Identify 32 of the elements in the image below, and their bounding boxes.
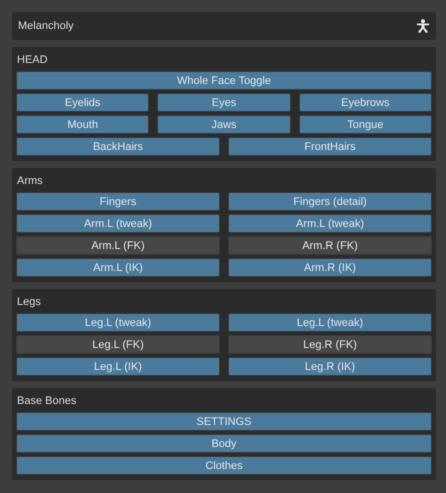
layer-toggle-button[interactable]: Arm.L (FK) [16, 236, 220, 255]
section-title: HEAD [16, 53, 49, 68]
layer-toggle-button[interactable]: Leg.L (tweak) [16, 313, 220, 332]
layer-toggle-button[interactable]: Jaws [157, 115, 291, 134]
layer-toggle-button[interactable]: Tongue [298, 115, 432, 134]
layer-toggle-button[interactable]: Body [16, 434, 432, 453]
layer-toggle-button[interactable]: Leg.L (IK) [16, 357, 220, 376]
layer-toggle-button[interactable]: Arm.L (tweak) [228, 214, 432, 233]
layer-toggle-button[interactable]: Arm.R (IK) [228, 258, 432, 277]
layer-toggle-button[interactable]: Eyes [157, 93, 291, 112]
armature-figure-icon [416, 19, 430, 33]
layer-toggle-button[interactable]: Eyebrows [298, 93, 432, 112]
layer-toggle-button[interactable]: Clothes [16, 456, 432, 475]
layer-toggle-button[interactable]: Leg.L (tweak) [228, 313, 432, 332]
layer-toggle-button[interactable]: Fingers [16, 192, 220, 211]
layer-toggle-button[interactable]: Arm.R (FK) [228, 236, 432, 255]
layer-toggle-button[interactable]: Leg.L (FK) [16, 335, 220, 354]
layer-toggle-button[interactable]: SETTINGS [16, 412, 432, 431]
layer-toggle-button[interactable]: Arm.L (IK) [16, 258, 220, 277]
section-title: Legs [16, 295, 42, 310]
layer-toggle-button[interactable]: Whole Face Toggle [16, 71, 432, 90]
layer-toggle-button[interactable]: Mouth [16, 115, 150, 134]
layer-toggle-button[interactable]: Arm.L (tweak) [16, 214, 220, 233]
layer-toggle-button[interactable]: Leg.R (FK) [228, 335, 432, 354]
layer-toggle-button[interactable]: Leg.R (IK) [228, 357, 432, 376]
layer-toggle-button[interactable]: FrontHairs [228, 137, 432, 156]
panel-title: Melancholy [18, 20, 74, 32]
layer-toggle-button[interactable]: Eyelids [16, 93, 150, 112]
section-title: Base Bones [16, 394, 78, 409]
section-title: Arms [16, 174, 44, 189]
layer-toggle-button[interactable]: BackHairs [16, 137, 220, 156]
layer-toggle-button[interactable]: Fingers (detail) [228, 192, 432, 211]
